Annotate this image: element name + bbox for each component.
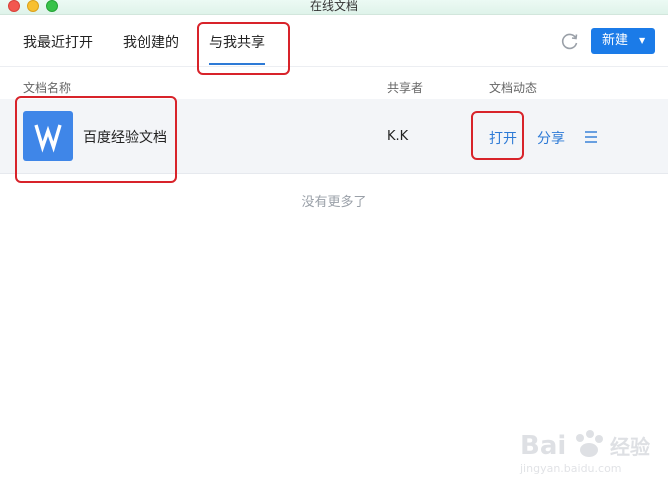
- highlight-document: [15, 96, 177, 183]
- window-title: 在线文档: [309, 0, 358, 13]
- column-header-name: 文档名称: [23, 81, 72, 95]
- chevron-down-icon: ▼: [639, 36, 646, 45]
- new-document-button[interactable]: 新建 ▼: [591, 28, 655, 54]
- highlight-open-link: [471, 111, 524, 160]
- column-header-activity: 文档动态: [489, 81, 538, 95]
- header-divider: [0, 66, 668, 67]
- refresh-icon[interactable]: [560, 31, 580, 51]
- svg-text:经验: 经验: [610, 435, 650, 459]
- highlight-shared-tab: [197, 22, 290, 75]
- document-sharer: K.K: [387, 129, 409, 144]
- tab-created[interactable]: 我创建的: [123, 32, 179, 52]
- tab-bar: 我最近打开 我创建的 与我共享 新建 ▼: [0, 14, 668, 66]
- end-of-list-text: 没有更多了: [301, 195, 367, 210]
- new-button-label: 新建: [602, 33, 629, 48]
- tab-recent[interactable]: 我最近打开: [23, 32, 93, 52]
- watermark-url: jingyan.baidu.com: [520, 462, 622, 475]
- svg-text:Bai: Bai: [520, 431, 566, 461]
- window-titlebar: 在线文档: [0, 0, 668, 15]
- column-header-sharer: 共享者: [387, 81, 424, 95]
- share-document-link[interactable]: 分享: [537, 128, 565, 148]
- baidu-logo-icon: Bai 经验: [520, 430, 650, 461]
- baidu-jingyan-watermark: Bai 经验 jingyan.baidu.com: [520, 424, 660, 488]
- more-menu-icon[interactable]: [584, 130, 598, 144]
